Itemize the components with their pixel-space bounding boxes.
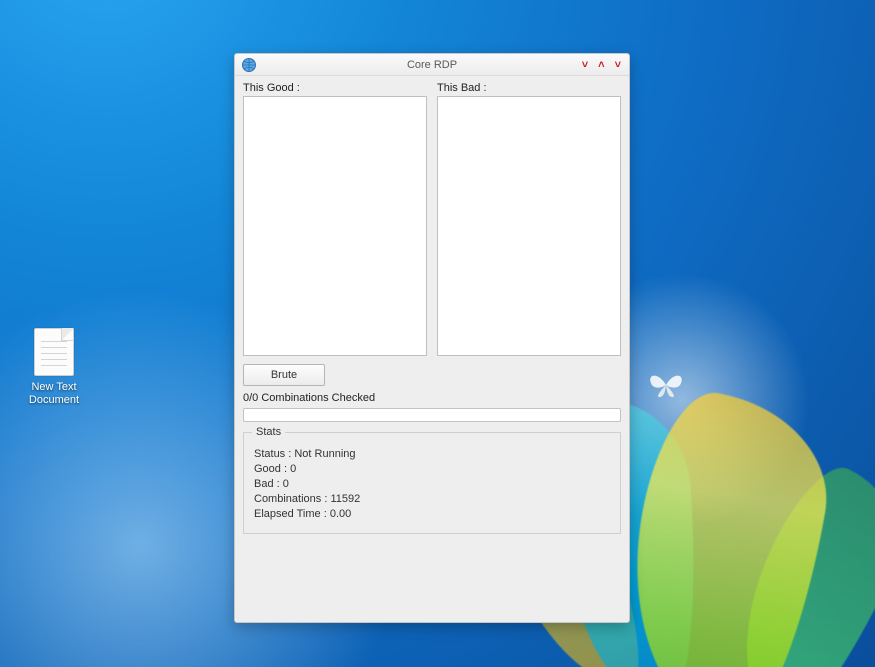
desktop-icon-new-text-document[interactable]: New Text Document: [14, 328, 94, 407]
combinations-checked-text: 0/0 Combinations Checked: [243, 392, 621, 404]
stats-group: Stats Status : Not Running Good : 0 Bad …: [243, 432, 621, 534]
stats-status-label: Status :: [254, 448, 294, 460]
stats-good-row: Good : 0: [254, 463, 610, 475]
stats-status-row: Status : Not Running: [254, 448, 610, 460]
stats-combinations-label: Combinations :: [254, 493, 330, 505]
stats-bad-row: Bad : 0: [254, 478, 610, 490]
app-window-core-rdp: Core RDP ˅ ˄ ˅ This Good : This Bad : Br…: [234, 53, 630, 623]
wallpaper-butterfly: [647, 370, 685, 400]
progress-bar: [243, 408, 621, 422]
stats-status-value: Not Running: [294, 448, 355, 460]
stats-good-value: 0: [290, 463, 296, 475]
stats-elapsed-value: 0.00: [330, 508, 351, 520]
good-list-label: This Good :: [243, 82, 427, 94]
window-client-area: This Good : This Bad : Brute 0/0 Combina…: [235, 76, 629, 542]
globe-icon: [241, 57, 257, 73]
stats-elapsed-row: Elapsed Time : 0.00: [254, 508, 610, 520]
window-close-button[interactable]: ˅: [615, 59, 621, 71]
brute-button[interactable]: Brute: [243, 364, 325, 386]
stats-elapsed-label: Elapsed Time :: [254, 508, 330, 520]
stats-bad-value: 0: [283, 478, 289, 490]
desktop-icon-label: New Text Document: [14, 381, 94, 407]
text-document-icon: [34, 328, 74, 376]
stats-legend: Stats: [252, 426, 285, 438]
stats-bad-label: Bad :: [254, 478, 283, 490]
window-maximize-button[interactable]: ˄: [598, 59, 604, 71]
bad-listbox[interactable]: [437, 96, 621, 356]
bad-list-label: This Bad :: [437, 82, 621, 94]
titlebar[interactable]: Core RDP ˅ ˄ ˅: [235, 54, 629, 76]
stats-combinations-value: 11592: [330, 493, 360, 505]
window-minimize-button[interactable]: ˅: [582, 59, 588, 71]
window-title: Core RDP: [235, 59, 629, 71]
stats-combinations-row: Combinations : 11592: [254, 493, 610, 505]
stats-good-label: Good :: [254, 463, 290, 475]
desktop: New Text Document Core RDP ˅ ˄ ˅ This Go…: [0, 0, 875, 667]
good-listbox[interactable]: [243, 96, 427, 356]
